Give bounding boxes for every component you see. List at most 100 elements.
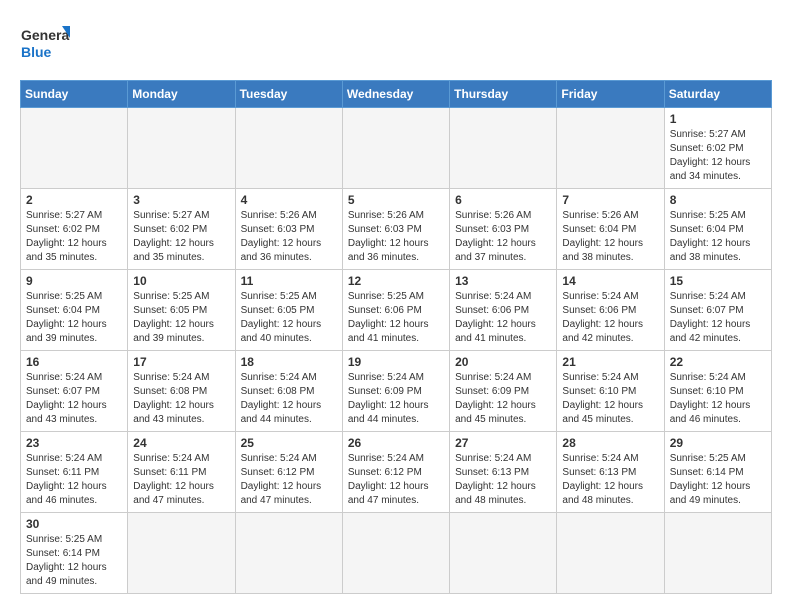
calendar-cell xyxy=(557,513,664,594)
calendar-cell: 13Sunrise: 5:24 AM Sunset: 6:06 PM Dayli… xyxy=(450,270,557,351)
calendar-cell: 26 Sunrise: 5:24 AM Sunset: 6:12 PM Dayli… xyxy=(342,432,449,513)
day-number: 21 xyxy=(562,355,658,369)
day-number: 12 xyxy=(348,274,444,288)
day-number: 6 xyxy=(455,193,551,207)
day-number: 14 xyxy=(562,274,658,288)
calendar-cell xyxy=(128,108,235,189)
calendar-cell: 11Sunrise: 5:25 AM Sunset: 6:05 PM Dayli… xyxy=(235,270,342,351)
weekday-header-tuesday: Tuesday xyxy=(235,81,342,108)
day-number: 23 xyxy=(26,436,122,450)
calendar-cell: 30 Sunrise: 5:25 AM Sunset: 6:14 PM Dayli… xyxy=(21,513,128,594)
calendar-cell: 16Sunrise: 5:24 AM Sunset: 6:07 PM Dayli… xyxy=(21,351,128,432)
calendar-cell xyxy=(128,513,235,594)
weekday-header-sunday: Sunday xyxy=(21,81,128,108)
calendar-cell: 8 Sunrise: 5:25 AM Sunset: 6:04 PM Daylig… xyxy=(664,189,771,270)
calendar-cell: 10 Sunrise: 5:25 AM Sunset: 6:05 PM Dayli… xyxy=(128,270,235,351)
day-info: Sunrise: 5:24 AM Sunset: 6:11 PM Dayligh… xyxy=(26,452,122,508)
calendar-cell xyxy=(342,108,449,189)
calendar-cell: 23 Sunrise: 5:24 AM Sunset: 6:11 PM Dayli… xyxy=(21,432,128,513)
day-number: 5 xyxy=(348,193,444,207)
weekday-header-saturday: Saturday xyxy=(664,81,771,108)
day-info: Sunrise: 5:24 AM Sunset: 6:09 PM Dayligh… xyxy=(455,371,551,427)
svg-text:General: General xyxy=(21,27,70,43)
day-info: Sunrise: 5:24 AM Sunset: 6:11 PM Dayligh… xyxy=(133,452,229,508)
day-number: 17 xyxy=(133,355,229,369)
calendar-cell: 27 Sunrise: 5:24 AM Sunset: 6:13 PM Dayli… xyxy=(450,432,557,513)
day-number: 9 xyxy=(26,274,122,288)
svg-text:Blue: Blue xyxy=(21,44,52,60)
calendar-cell xyxy=(450,513,557,594)
day-number: 16 xyxy=(26,355,122,369)
day-info: Sunrise: 5:24 AM Sunset: 6:13 PM Dayligh… xyxy=(562,452,658,508)
calendar-week-3: 16Sunrise: 5:24 AM Sunset: 6:07 PM Dayli… xyxy=(21,351,772,432)
weekday-header-row: SundayMondayTuesdayWednesdayThursdayFrid… xyxy=(21,81,772,108)
calendar-cell: 5 Sunrise: 5:26 AM Sunset: 6:03 PM Daylig… xyxy=(342,189,449,270)
day-info: Sunrise: 5:24 AM Sunset: 6:12 PM Dayligh… xyxy=(241,452,337,508)
calendar-cell: 14Sunrise: 5:24 AM Sunset: 6:06 PM Dayli… xyxy=(557,270,664,351)
calendar-body: 1 Sunrise: 5:27 AM Sunset: 6:02 PM Daylig… xyxy=(21,108,772,594)
day-info: Sunrise: 5:24 AM Sunset: 6:12 PM Dayligh… xyxy=(348,452,444,508)
day-number: 8 xyxy=(670,193,766,207)
day-info: Sunrise: 5:26 AM Sunset: 6:03 PM Dayligh… xyxy=(241,209,337,265)
calendar-cell: 2Sunrise: 5:27 AM Sunset: 6:02 PM Daylig… xyxy=(21,189,128,270)
day-info: Sunrise: 5:24 AM Sunset: 6:07 PM Dayligh… xyxy=(670,290,766,346)
day-number: 1 xyxy=(670,112,766,126)
calendar-week-0: 1 Sunrise: 5:27 AM Sunset: 6:02 PM Daylig… xyxy=(21,108,772,189)
day-info: Sunrise: 5:25 AM Sunset: 6:14 PM Dayligh… xyxy=(26,533,122,589)
calendar-week-5: 30 Sunrise: 5:25 AM Sunset: 6:14 PM Dayli… xyxy=(21,513,772,594)
calendar-week-4: 23 Sunrise: 5:24 AM Sunset: 6:11 PM Dayli… xyxy=(21,432,772,513)
day-info: Sunrise: 5:25 AM Sunset: 6:05 PM Dayligh… xyxy=(133,290,229,346)
calendar-cell: 18 Sunrise: 5:24 AM Sunset: 6:08 PM Dayli… xyxy=(235,351,342,432)
day-info: Sunrise: 5:25 AM Sunset: 6:14 PM Dayligh… xyxy=(670,452,766,508)
day-info: Sunrise: 5:25 AM Sunset: 6:05 PM Dayligh… xyxy=(241,290,337,346)
calendar-cell xyxy=(664,513,771,594)
calendar-cell: 29 Sunrise: 5:25 AM Sunset: 6:14 PM Dayli… xyxy=(664,432,771,513)
day-info: Sunrise: 5:24 AM Sunset: 6:10 PM Dayligh… xyxy=(562,371,658,427)
calendar-cell: 9 Sunrise: 5:25 AM Sunset: 6:04 PM Daylig… xyxy=(21,270,128,351)
calendar-table: SundayMondayTuesdayWednesdayThursdayFrid… xyxy=(20,80,772,594)
calendar-cell xyxy=(235,108,342,189)
calendar-week-2: 9 Sunrise: 5:25 AM Sunset: 6:04 PM Daylig… xyxy=(21,270,772,351)
day-info: Sunrise: 5:26 AM Sunset: 6:04 PM Dayligh… xyxy=(562,209,658,265)
day-info: Sunrise: 5:25 AM Sunset: 6:06 PM Dayligh… xyxy=(348,290,444,346)
day-info: Sunrise: 5:24 AM Sunset: 6:08 PM Dayligh… xyxy=(241,371,337,427)
calendar-cell: 12 Sunrise: 5:25 AM Sunset: 6:06 PM Dayli… xyxy=(342,270,449,351)
day-number: 24 xyxy=(133,436,229,450)
calendar-cell: 4Sunrise: 5:26 AM Sunset: 6:03 PM Daylig… xyxy=(235,189,342,270)
day-info: Sunrise: 5:27 AM Sunset: 6:02 PM Dayligh… xyxy=(670,128,766,184)
day-number: 26 xyxy=(348,436,444,450)
logo-svg: General Blue xyxy=(20,20,70,70)
day-number: 27 xyxy=(455,436,551,450)
calendar-cell: 20Sunrise: 5:24 AM Sunset: 6:09 PM Dayli… xyxy=(450,351,557,432)
calendar-cell: 22Sunrise: 5:24 AM Sunset: 6:10 PM Dayli… xyxy=(664,351,771,432)
calendar-week-1: 2Sunrise: 5:27 AM Sunset: 6:02 PM Daylig… xyxy=(21,189,772,270)
calendar-cell: 24 Sunrise: 5:24 AM Sunset: 6:11 PM Dayli… xyxy=(128,432,235,513)
calendar-cell xyxy=(557,108,664,189)
day-number: 15 xyxy=(670,274,766,288)
day-number: 29 xyxy=(670,436,766,450)
day-info: Sunrise: 5:26 AM Sunset: 6:03 PM Dayligh… xyxy=(348,209,444,265)
calendar-cell: 28 Sunrise: 5:24 AM Sunset: 6:13 PM Dayli… xyxy=(557,432,664,513)
day-info: Sunrise: 5:24 AM Sunset: 6:10 PM Dayligh… xyxy=(670,371,766,427)
day-info: Sunrise: 5:24 AM Sunset: 6:08 PM Dayligh… xyxy=(133,371,229,427)
day-info: Sunrise: 5:25 AM Sunset: 6:04 PM Dayligh… xyxy=(670,209,766,265)
day-number: 25 xyxy=(241,436,337,450)
calendar-header: SundayMondayTuesdayWednesdayThursdayFrid… xyxy=(21,81,772,108)
day-number: 28 xyxy=(562,436,658,450)
calendar-cell: 7Sunrise: 5:26 AM Sunset: 6:04 PM Daylig… xyxy=(557,189,664,270)
day-info: Sunrise: 5:24 AM Sunset: 6:13 PM Dayligh… xyxy=(455,452,551,508)
day-info: Sunrise: 5:25 AM Sunset: 6:04 PM Dayligh… xyxy=(26,290,122,346)
calendar-cell: 21 Sunrise: 5:24 AM Sunset: 6:10 PM Dayli… xyxy=(557,351,664,432)
calendar-cell xyxy=(235,513,342,594)
day-number: 30 xyxy=(26,517,122,531)
day-number: 19 xyxy=(348,355,444,369)
calendar-cell xyxy=(450,108,557,189)
weekday-header-monday: Monday xyxy=(128,81,235,108)
day-info: Sunrise: 5:27 AM Sunset: 6:02 PM Dayligh… xyxy=(133,209,229,265)
calendar-cell: 3Sunrise: 5:27 AM Sunset: 6:02 PM Daylig… xyxy=(128,189,235,270)
page-header: General Blue xyxy=(20,20,772,70)
day-number: 10 xyxy=(133,274,229,288)
day-number: 18 xyxy=(241,355,337,369)
day-number: 13 xyxy=(455,274,551,288)
weekday-header-friday: Friday xyxy=(557,81,664,108)
